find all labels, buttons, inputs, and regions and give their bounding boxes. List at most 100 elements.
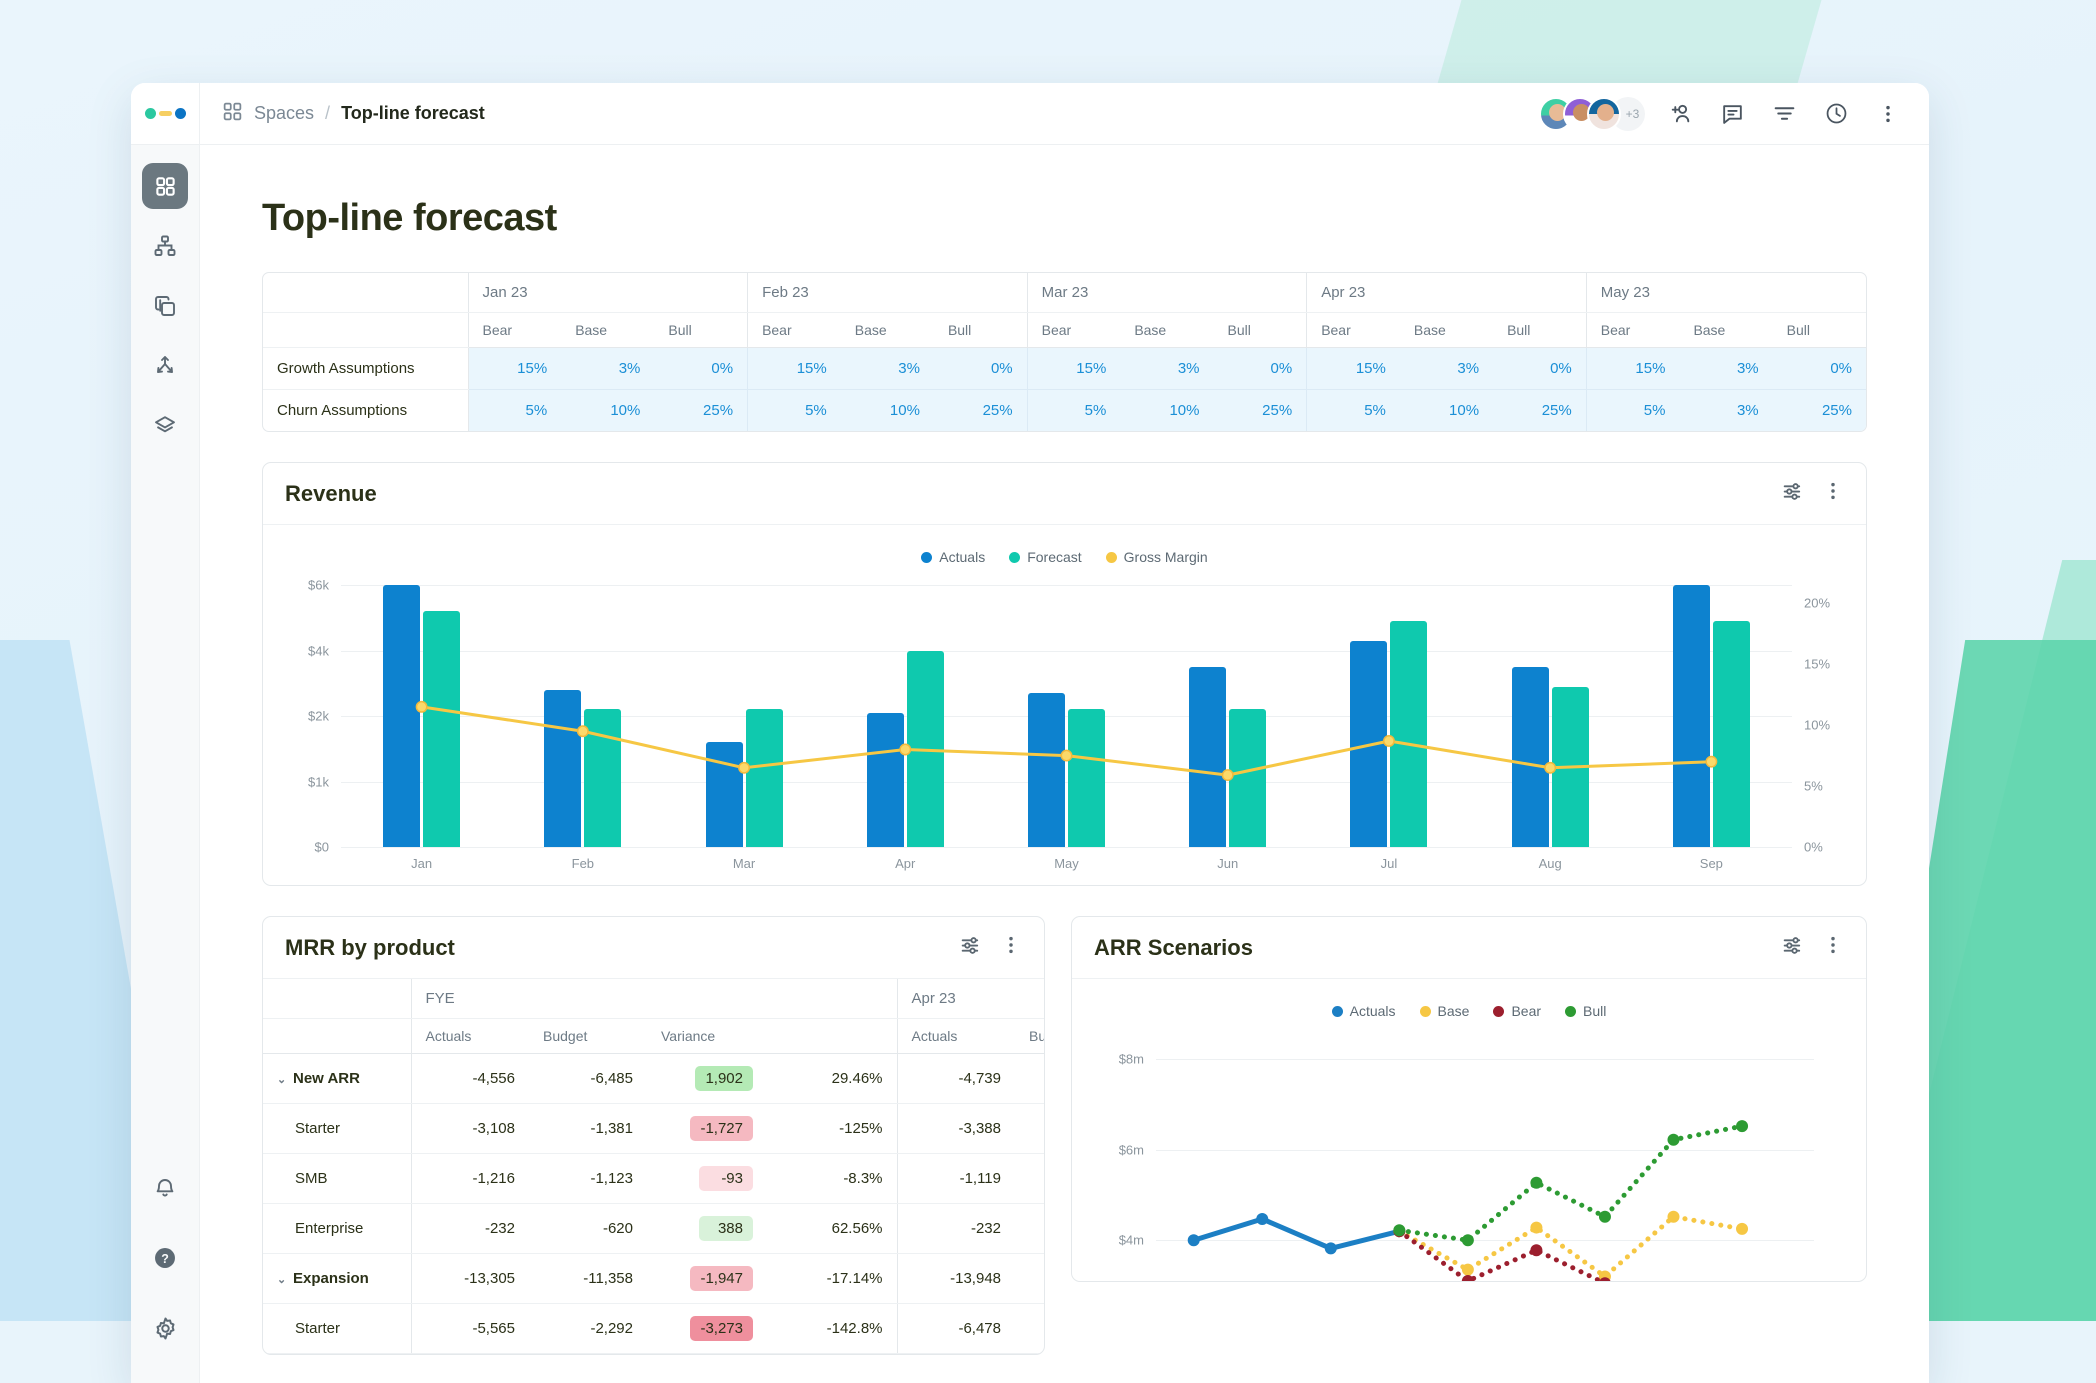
arr-series-point[interactable] (1598, 1210, 1611, 1223)
assumptions-value-cell[interactable]: 3% (1399, 347, 1494, 390)
mrr-cell-actuals[interactable]: -5,565 (410, 1303, 529, 1354)
arr-series-point[interactable] (1530, 1221, 1543, 1234)
legend-item[interactable]: Bear (1493, 1003, 1541, 1019)
mrr-cell-actuals[interactable]: -3,108 (410, 1103, 529, 1154)
arr-series-point[interactable] (1256, 1212, 1269, 1225)
mrr-cell-apr-actuals[interactable]: -6,478 (896, 1303, 1015, 1354)
assumptions-value-cell[interactable]: 25% (933, 389, 1028, 431)
table-row[interactable]: ⌄New ARR-4,556-6,485 1,902 29.46%-4,739-5,… (263, 1053, 1044, 1104)
sidebar-item-layers[interactable] (142, 403, 188, 449)
mrr-cell-budget[interactable]: -6,485 (529, 1053, 647, 1104)
sidebar-item-org-chart[interactable] (142, 223, 188, 269)
chevron-down-icon[interactable]: ⌄ (277, 1273, 293, 1286)
mrr-cell-budget[interactable]: -1,381 (529, 1103, 647, 1154)
revenue-more-options-icon[interactable] (1822, 480, 1844, 507)
assumptions-value-cell[interactable]: 5% (1306, 389, 1400, 431)
app-logo[interactable] (131, 83, 200, 144)
breadcrumb-spaces[interactable]: Spaces (254, 103, 314, 124)
assumptions-value-cell[interactable]: 15% (747, 347, 841, 390)
mrr-cell-variance[interactable]: -3,273 (647, 1303, 767, 1354)
mrr-cell-budget[interactable]: -620 (529, 1203, 647, 1254)
assumptions-value-cell[interactable]: 3% (1120, 347, 1214, 390)
mrr-more-options-icon[interactable] (1000, 934, 1022, 961)
mrr-cell-variance-pct[interactable]: -142.8% (767, 1303, 897, 1354)
assumptions-value-cell[interactable]: 25% (1772, 389, 1866, 431)
arr-series-point[interactable] (1736, 1120, 1749, 1133)
mrr-cell-variance[interactable]: 388 (647, 1203, 767, 1254)
assumptions-value-cell[interactable]: 0% (1772, 347, 1866, 390)
assumptions-value-cell[interactable]: 25% (1493, 389, 1587, 431)
mrr-cell-apr-budget[interactable]: -9,939 (1015, 1253, 1044, 1304)
assumptions-value-cell[interactable]: 0% (1213, 347, 1307, 390)
mrr-cell-apr-budget[interactable]: -982 (1015, 1153, 1044, 1204)
assumptions-value-cell[interactable]: 25% (1213, 389, 1307, 431)
mrr-cell-budget[interactable]: -11,358 (529, 1253, 647, 1304)
legend-item[interactable]: Bull (1565, 1003, 1606, 1019)
table-row[interactable]: Starter-5,565-2,292 -3,273 -142.8%-6,478-2… (263, 1303, 1044, 1354)
gross-margin-point[interactable] (576, 725, 589, 738)
sidebar-item-scenarios[interactable] (142, 343, 188, 389)
assumptions-value-cell[interactable]: 10% (1399, 389, 1494, 431)
assumptions-value-cell[interactable]: 5% (467, 389, 562, 431)
avatar[interactable] (1587, 96, 1621, 131)
arr-series-point[interactable] (1530, 1244, 1543, 1257)
mrr-cell-apr-budget[interactable]: -542 (1015, 1203, 1044, 1254)
gross-margin-point[interactable] (899, 743, 912, 756)
mrr-cell-variance-pct[interactable]: -8.3% (767, 1153, 897, 1204)
sidebar-item-settings[interactable] (142, 1305, 188, 1351)
mrr-cell-actuals[interactable]: -232 (410, 1203, 529, 1254)
assumptions-value-cell[interactable]: 10% (561, 389, 655, 431)
add-person-icon[interactable] (1663, 97, 1697, 131)
mrr-cell-actuals[interactable]: -13,305 (410, 1253, 529, 1304)
assumptions-value-cell[interactable]: 3% (1679, 347, 1773, 390)
mrr-cell-variance-pct[interactable]: 62.56% (767, 1203, 897, 1254)
mrr-cell-apr-budget[interactable]: -5,651 (1015, 1053, 1044, 1104)
assumptions-value-cell[interactable]: 0% (654, 347, 748, 390)
gross-margin-point[interactable] (1382, 735, 1395, 747)
arr-series-point[interactable] (1461, 1263, 1474, 1276)
sidebar-item-notifications[interactable] (142, 1165, 188, 1211)
legend-item[interactable]: Actuals (1331, 1003, 1396, 1019)
mrr-cell-actuals[interactable]: -1,216 (410, 1153, 529, 1204)
mrr-cell-apr-actuals[interactable]: -3,388 (896, 1103, 1015, 1154)
legend-item[interactable]: Actuals (921, 549, 985, 565)
assumptions-value-cell[interactable]: 0% (1493, 347, 1587, 390)
arr-series-point[interactable] (1461, 1234, 1474, 1247)
assumptions-value-cell[interactable]: 25% (654, 389, 748, 431)
mrr-cell-apr-budget[interactable]: -2,005 (1015, 1303, 1044, 1354)
legend-item[interactable]: Gross Margin (1105, 549, 1208, 565)
mrr-cell-budget[interactable]: -1,123 (529, 1153, 647, 1204)
assumptions-value-cell[interactable]: 5% (747, 389, 841, 431)
mrr-cell-actuals[interactable]: -4,556 (410, 1053, 529, 1104)
arr-series-point[interactable] (1736, 1222, 1749, 1235)
gross-margin-point[interactable] (1060, 749, 1073, 762)
gross-margin-point[interactable] (1705, 755, 1718, 768)
mrr-cell-variance-pct[interactable]: 29.46% (767, 1053, 897, 1104)
assumptions-value-cell[interactable]: 3% (561, 347, 655, 390)
mrr-cell-apr-actuals[interactable]: -232 (896, 1203, 1015, 1254)
legend-item[interactable]: Base (1419, 1003, 1469, 1019)
assumptions-value-cell[interactable]: 15% (1306, 347, 1400, 390)
arr-series-point[interactable] (1324, 1242, 1337, 1255)
assumptions-value-cell[interactable]: 3% (1679, 389, 1773, 431)
assumptions-value-cell[interactable]: 15% (467, 347, 562, 390)
table-row[interactable]: Starter-3,108-1,381 -1,727 -125%-3,388-1,2… (263, 1103, 1044, 1154)
mrr-cell-apr-actuals[interactable]: -1,119 (896, 1153, 1015, 1204)
legend-item[interactable]: Forecast (1009, 549, 1082, 565)
mrr-cell-budget[interactable]: -2,292 (529, 1303, 647, 1354)
mrr-cell-apr-actuals[interactable]: -13,948 (896, 1253, 1015, 1304)
mrr-table-scroll[interactable]: FYE Apr 23 Actuals Budget Variance Actua… (263, 979, 1044, 1354)
assumptions-value-cell[interactable]: 10% (840, 389, 934, 431)
arr-settings-icon[interactable] (1781, 933, 1806, 963)
assumptions-value-cell[interactable]: 10% (1120, 389, 1214, 431)
assumptions-value-cell[interactable]: 5% (1585, 389, 1680, 431)
history-clock-icon[interactable] (1819, 97, 1853, 131)
mrr-settings-icon[interactable] (959, 933, 984, 963)
assumptions-value-cell[interactable]: 5% (1026, 389, 1121, 431)
gross-margin-point[interactable] (415, 700, 428, 713)
mrr-cell-variance-pct[interactable]: -125% (767, 1103, 897, 1154)
assumptions-value-cell[interactable]: 15% (1026, 347, 1121, 390)
comment-icon[interactable] (1715, 97, 1749, 131)
arr-series-point[interactable] (1187, 1234, 1200, 1247)
arr-series-point[interactable] (1667, 1133, 1680, 1146)
